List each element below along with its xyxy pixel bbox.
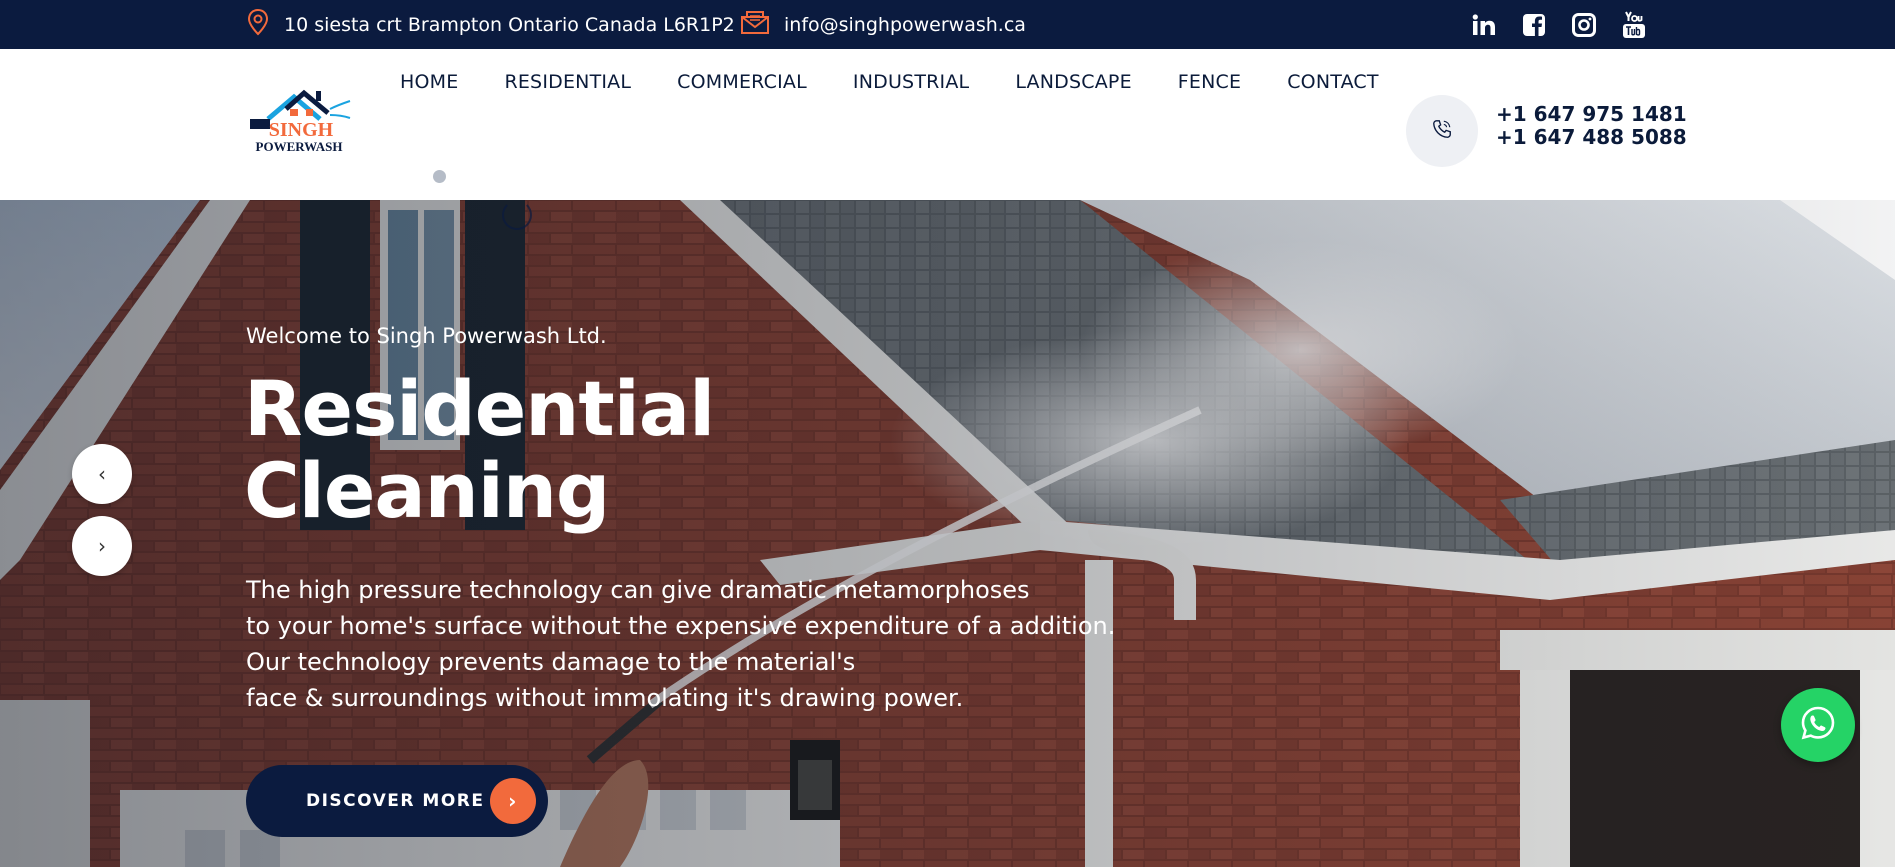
hero-title-line-2: Cleaning <box>244 446 610 535</box>
phone-numbers: +1 647 975 1481 +1 647 488 5088 <box>1496 103 1687 149</box>
hero-slider: Welcome to Singh Powerwash Ltd. Resident… <box>0 200 1895 867</box>
youtube-icon[interactable] <box>1620 11 1648 39</box>
nav-item-home[interactable]: HOME <box>400 71 458 93</box>
phone-number-1[interactable]: +1 647 975 1481 <box>1496 103 1687 126</box>
hero-description-line: face & surroundings without immolating i… <box>246 684 964 712</box>
chevron-right-icon: › <box>98 534 106 558</box>
nav-item-fence[interactable]: FENCE <box>1178 71 1241 93</box>
nav-item-commercial[interactable]: COMMERCIAL <box>677 71 807 93</box>
location-pin-icon <box>246 8 270 41</box>
active-nav-indicator <box>433 170 446 183</box>
hero-description-line: to your home's surface without the expen… <box>246 612 1116 640</box>
whatsapp-icon <box>1800 705 1836 745</box>
linkedin-icon[interactable] <box>1470 11 1498 39</box>
phone-number-2[interactable]: +1 647 488 5088 <box>1496 126 1687 149</box>
facebook-icon[interactable] <box>1520 11 1548 39</box>
whatsapp-button[interactable] <box>1781 688 1855 762</box>
singh-powerwash-logo[interactable]: SINGH POWERWASH <box>246 85 352 157</box>
hero-title: Residential Cleaning <box>244 364 715 535</box>
nav-item-landscape[interactable]: LANDSCAPE <box>1015 71 1131 93</box>
hero-description: The high pressure technology can give dr… <box>246 572 1146 716</box>
social-links <box>1470 0 1648 49</box>
instagram-icon[interactable] <box>1570 11 1598 39</box>
hero-description-line: Our technology prevents damage to the ma… <box>246 648 856 676</box>
loading-ring <box>502 200 532 230</box>
phone-icon-circle[interactable] <box>1406 95 1478 167</box>
main-nav: HOME RESIDENTIAL COMMERCIAL INDUSTRIAL L… <box>400 0 1425 163</box>
slider-prev-button[interactable]: ‹ <box>72 444 132 504</box>
nav-item-residential[interactable]: RESIDENTIAL <box>504 71 631 93</box>
discover-more-label: DISCOVER MORE <box>306 791 485 811</box>
hero-welcome-text: Welcome to Singh Powerwash Ltd. <box>246 324 607 348</box>
chevron-right-icon: › <box>490 778 536 824</box>
hero-title-line-1: Residential <box>244 364 715 453</box>
phone-icon <box>1431 118 1453 144</box>
chevron-left-icon: ‹ <box>98 462 106 486</box>
logo-word-singh: SINGH <box>269 119 334 141</box>
hero-description-line: The high pressure technology can give dr… <box>246 576 1030 604</box>
nav-item-contact[interactable]: CONTACT <box>1287 71 1379 93</box>
discover-more-button[interactable]: DISCOVER MORE › <box>246 765 548 837</box>
logo-word-powerwash: POWERWASH <box>256 139 343 154</box>
nav-item-industrial[interactable]: INDUSTRIAL <box>853 71 969 93</box>
slider-next-button[interactable]: › <box>72 516 132 576</box>
